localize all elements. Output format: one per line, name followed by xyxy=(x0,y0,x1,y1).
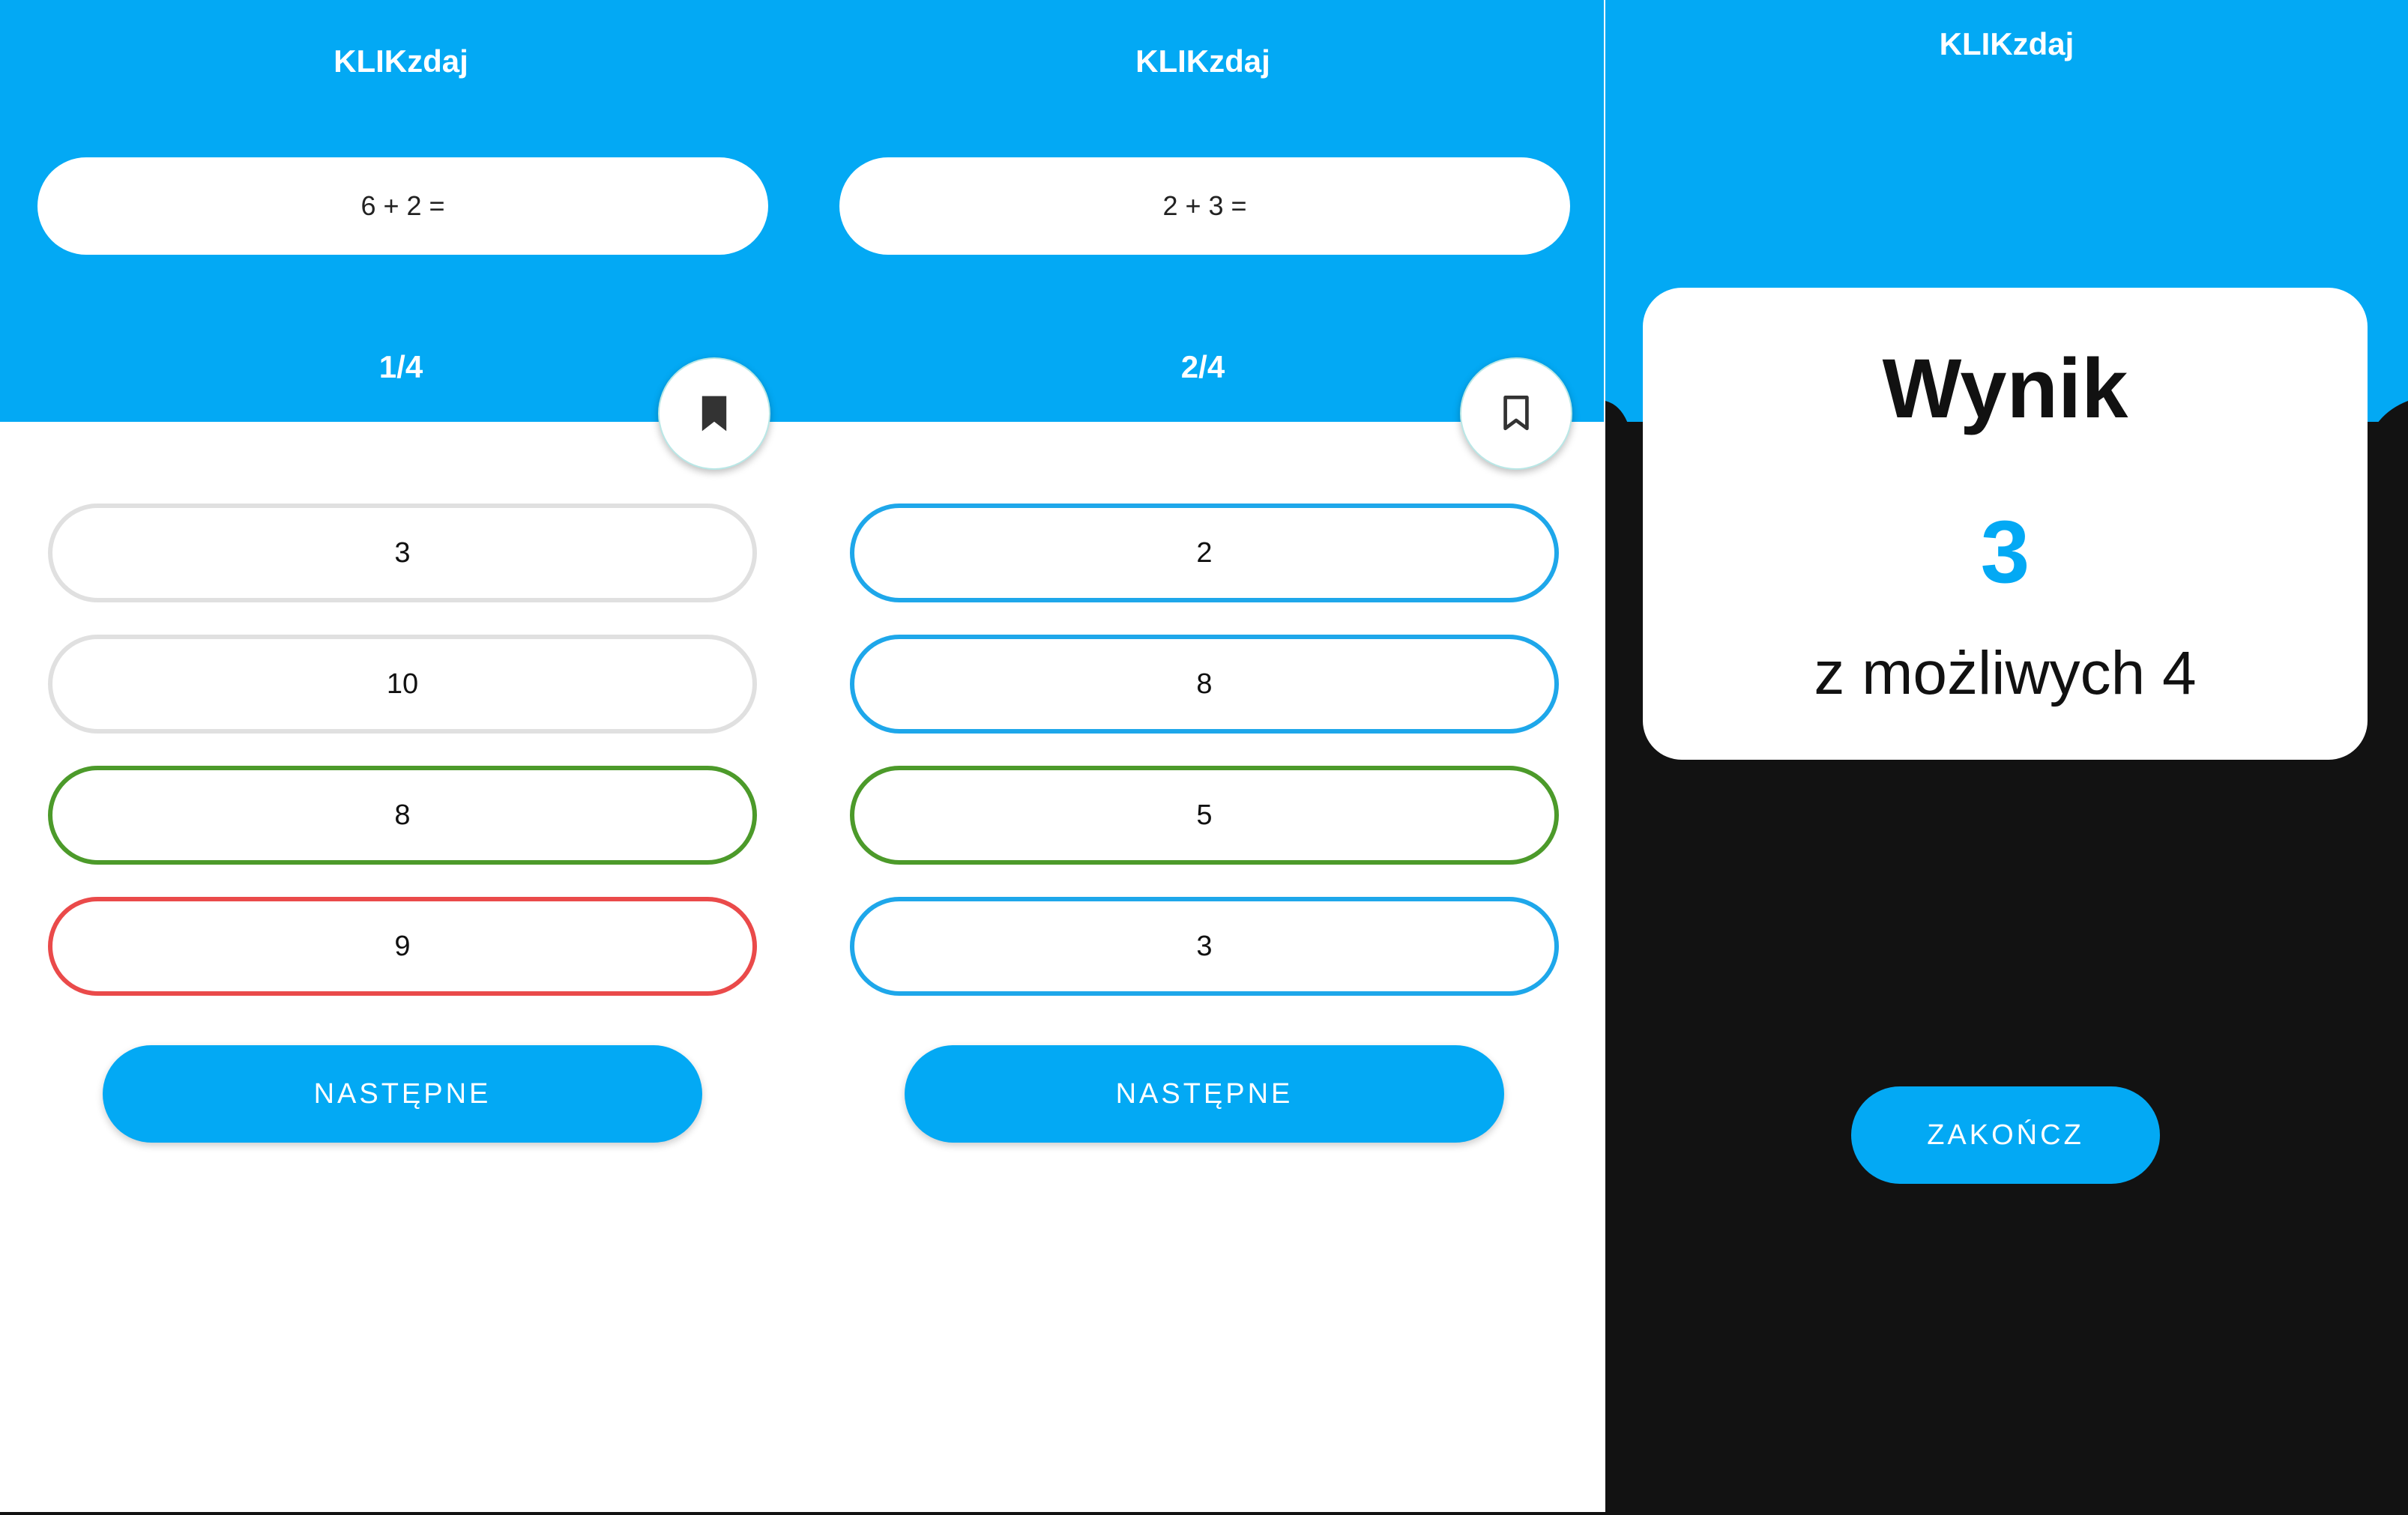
quiz-screen-question-1: KLIKzdaj 6 + 2 = 1/4 3 10 8 9 NASTĘPNE xyxy=(0,0,802,1515)
answer-list: 2 8 5 3 xyxy=(850,504,1559,1028)
bookmark-filled-icon xyxy=(701,396,727,432)
bookmark-button[interactable] xyxy=(1460,357,1572,470)
answer-option[interactable]: 3 xyxy=(850,897,1559,996)
answer-option[interactable]: 3 xyxy=(48,504,757,602)
finish-button[interactable]: ZAKOŃCZ xyxy=(1851,1086,2160,1184)
bookmark-outline-icon xyxy=(1503,396,1529,431)
question-text: 2 + 3 = xyxy=(839,157,1570,255)
next-button[interactable]: NASTĘPNE xyxy=(103,1045,702,1143)
answer-option[interactable]: 8 xyxy=(850,635,1559,734)
screenshot-frame: KLIKzdaj 6 + 2 = 1/4 3 10 8 9 NASTĘPNE K… xyxy=(0,0,2408,1515)
answer-list: 3 10 8 9 xyxy=(48,504,757,1028)
app-title: KLIKzdaj xyxy=(334,43,468,79)
app-title: KLIKzdaj xyxy=(1135,43,1270,79)
answer-option-wrong[interactable]: 9 xyxy=(48,897,757,996)
answer-option-correct[interactable]: 5 xyxy=(850,766,1559,865)
result-subtitle: z możliwych 4 xyxy=(1814,639,2197,707)
app-title: KLIKzdaj xyxy=(1939,26,2074,61)
divider xyxy=(0,1512,1605,1515)
question-text: 6 + 2 = xyxy=(37,157,768,255)
quiz-screen-question-2: KLIKzdaj 2 + 3 = 2/4 2 8 5 3 NASTĘPNE xyxy=(802,0,1604,1515)
answer-option[interactable]: 10 xyxy=(48,635,757,734)
answer-option[interactable]: 2 xyxy=(850,504,1559,602)
bookmark-button[interactable] xyxy=(658,357,770,470)
result-score: 3 xyxy=(1980,503,2030,602)
result-screen: KLIKzdaj Wynik 3 z możliwych 4 ZAKOŃCZ xyxy=(1605,0,2408,1515)
result-card: Wynik 3 z możliwych 4 xyxy=(1643,288,2368,760)
answer-option-correct[interactable]: 8 xyxy=(48,766,757,865)
next-button[interactable]: NASTĘPNE xyxy=(905,1045,1504,1143)
result-title: Wynik xyxy=(1882,342,2128,435)
